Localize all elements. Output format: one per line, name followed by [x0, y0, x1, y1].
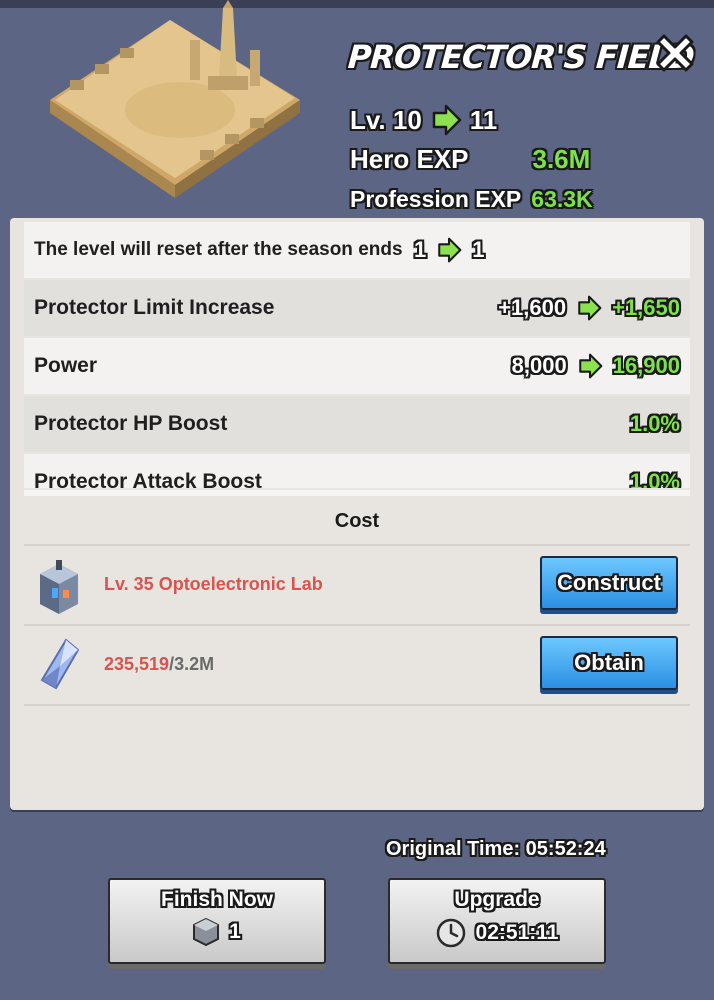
stat-to: 1.0% — [629, 411, 680, 436]
arrow-right-icon — [432, 104, 462, 136]
close-icon[interactable] — [652, 30, 698, 76]
arrow-right-icon — [578, 295, 602, 321]
stat-values: 1.0% — [630, 411, 680, 437]
finish-now-cost: 1 — [110, 918, 324, 946]
gem-icon — [193, 918, 220, 946]
stats-list[interactable]: The level will reset after the season en… — [24, 222, 690, 488]
stat-from: +1,600 — [498, 295, 567, 320]
upgrade-button[interactable]: Upgrade 02:51:11 — [388, 878, 606, 964]
stat-from: 1 — [414, 237, 427, 262]
original-time: Original Time: 05:52:24 — [386, 838, 606, 860]
upgrade-label: Upgrade — [454, 888, 540, 911]
resource-need: 3.2M — [174, 654, 215, 674]
stat-values: 8,000 16,900 — [512, 353, 680, 379]
resource-have: 235,519 — [104, 654, 170, 674]
building-title: PROTECTOR'S FIELD — [346, 38, 696, 76]
upgrade-time-value: 02:51:11 — [475, 921, 559, 944]
stat-row: Protector Limit Increase +1,600 +1,650 — [24, 280, 690, 336]
stat-values: 1.0% — [630, 469, 680, 488]
finish-now-button[interactable]: Finish Now 1 — [108, 878, 326, 964]
level-row: Lv. 10 11 — [350, 104, 497, 136]
crystal-icon — [40, 638, 80, 690]
stat-to: +1,650 — [612, 295, 680, 320]
list-divider — [24, 490, 690, 496]
divider — [24, 704, 690, 706]
profession-exp-row: Profession EXP 63.3K — [350, 186, 593, 213]
hero-exp-label: Hero EXP — [350, 144, 469, 174]
protectors-field-building-image — [50, 0, 300, 198]
stat-to: 1.0% — [629, 469, 680, 488]
finish-now-label: Finish Now — [161, 888, 273, 911]
profession-exp-label: Profession EXP — [350, 186, 522, 212]
stat-row: Protector Attack Boost 1.0% — [24, 454, 690, 488]
cost-resource-row: 235,519/3.2M Obtain — [24, 626, 690, 704]
current-level: Lv. 10 — [350, 104, 422, 135]
profession-exp-value: 63.3K — [531, 186, 593, 212]
stat-label: Protector Attack Boost — [34, 470, 262, 488]
stat-row: The level will reset after the season en… — [24, 222, 690, 278]
upgrade-panel: The level will reset after the season en… — [10, 218, 704, 810]
stat-label: Protector Limit Increase — [34, 296, 275, 319]
clock-icon — [436, 918, 465, 948]
resource-amount: 235,519/3.2M — [104, 654, 214, 675]
stat-label: Power — [34, 354, 98, 377]
stat-to: 16,900 — [612, 353, 680, 378]
construct-button[interactable]: Construct — [540, 556, 678, 610]
next-level: 11 — [469, 104, 498, 135]
cost-title: Cost — [334, 510, 380, 532]
upgrade-time: 02:51:11 — [390, 918, 604, 948]
stat-from: 8,000 — [511, 353, 567, 378]
optoelectronic-lab-icon — [40, 560, 78, 614]
stat-label: The level will reset after the season en… — [34, 239, 403, 260]
stat-to: 1 — [472, 237, 485, 262]
obtain-button[interactable]: Obtain — [540, 636, 678, 690]
stat-values: 1 1 — [414, 237, 485, 263]
stat-row: Protector HP Boost 1.0% — [24, 396, 690, 452]
stat-label: Protector HP Boost — [34, 412, 228, 435]
cost-requirement-row: Lv. 35 Optoelectronic Lab Construct — [24, 546, 690, 624]
arrow-right-icon — [438, 237, 462, 263]
requirement-text: Lv. 35 Optoelectronic Lab — [104, 574, 323, 594]
stat-values: +1,600 +1,650 — [498, 295, 680, 321]
hero-exp-value: 3.6M — [532, 144, 591, 174]
arrow-right-icon — [578, 353, 603, 379]
finish-now-cost-value: 1 — [229, 920, 241, 943]
hero-exp-row: Hero EXP 3.6M — [350, 144, 590, 175]
stat-row: Power 8,000 16,900 — [24, 338, 690, 394]
